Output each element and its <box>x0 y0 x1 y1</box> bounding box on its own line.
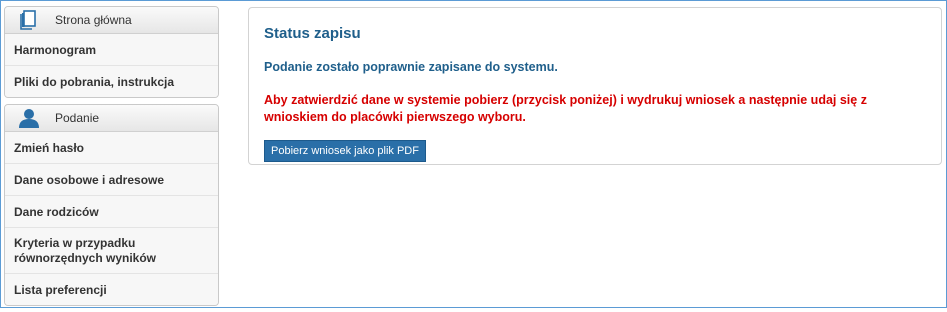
sidebar-item-label: Lista preferencji <box>14 282 107 297</box>
sidebar: Strona główna Harmonogram Pliki do pobra… <box>4 6 219 312</box>
sidebar-item-label: Dane osobowe i adresowe <box>14 172 165 187</box>
sidebar-item-criteria[interactable]: Kryteria w przypadku równorzędnych wynik… <box>5 227 218 273</box>
home-panel-header[interactable]: Strona główna <box>5 7 218 34</box>
sidebar-item-preferences[interactable]: Lista preferencji <box>5 273 218 305</box>
sidebar-item-label: Kryteria w przypadku <box>14 235 136 250</box>
app-frame: Strona główna Harmonogram Pliki do pobra… <box>0 0 947 308</box>
application-panel-title: Podanie <box>55 111 100 125</box>
sidebar-item-harmonogram[interactable]: Harmonogram <box>5 34 218 65</box>
sidebar-item-label: równorzędnych wyników <box>14 250 157 265</box>
sidebar-item-personal-data[interactable]: Dane osobowe i adresowe <box>5 163 218 195</box>
document-icon <box>17 10 41 30</box>
sidebar-item-label: Zmień hasło <box>14 140 85 155</box>
download-pdf-button[interactable]: Pobierz wniosek jako plik PDF <box>264 140 426 162</box>
home-panel: Strona główna Harmonogram Pliki do pobra… <box>4 6 219 98</box>
sidebar-item-downloads[interactable]: Pliki do pobrania, instrukcja <box>5 65 218 97</box>
warning-message: Aby zatwierdzić dane w systemie pobierz … <box>264 93 867 124</box>
page-title: Status zapisu <box>264 25 361 42</box>
application-panel-header[interactable]: Podanie <box>5 105 218 132</box>
home-panel-title: Strona główna <box>55 13 132 27</box>
sidebar-item-parents-data[interactable]: Dane rodziców <box>5 195 218 227</box>
user-icon <box>17 108 41 128</box>
success-message: Podanie zostało poprawnie zapisane do sy… <box>264 60 558 74</box>
sidebar-item-label: Harmonogram <box>14 42 97 57</box>
status-panel: Status zapisu Podanie zostało poprawnie … <box>248 7 942 165</box>
sidebar-item-label: Pliki do pobrania, instrukcja <box>14 74 175 89</box>
sidebar-item-label: Dane rodziców <box>14 204 99 219</box>
sidebar-item-change-password[interactable]: Zmień hasło <box>5 132 218 163</box>
application-panel: Podanie Zmień hasło Dane osobowe i adres… <box>4 104 219 306</box>
